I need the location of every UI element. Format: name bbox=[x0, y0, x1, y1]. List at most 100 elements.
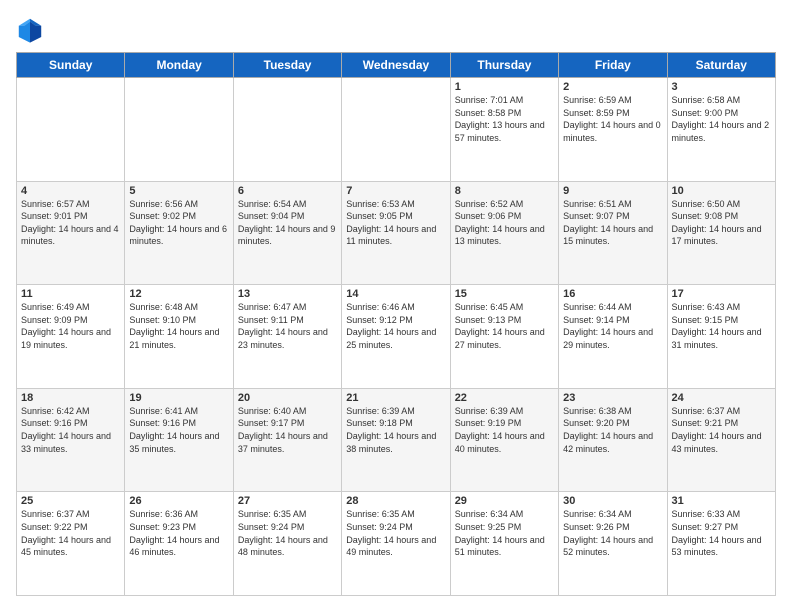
day-number: 5 bbox=[129, 185, 228, 197]
calendar-cell: 5Sunrise: 6:56 AMSunset: 9:02 PMDaylight… bbox=[125, 181, 233, 285]
day-info: Sunrise: 6:38 AMSunset: 9:20 PMDaylight:… bbox=[563, 405, 662, 455]
day-info: Sunrise: 6:48 AMSunset: 9:10 PMDaylight:… bbox=[129, 301, 228, 351]
calendar-cell: 7Sunrise: 6:53 AMSunset: 9:05 PMDaylight… bbox=[342, 181, 450, 285]
calendar-cell: 30Sunrise: 6:34 AMSunset: 9:26 PMDayligh… bbox=[559, 492, 667, 596]
day-header-sunday: Sunday bbox=[17, 53, 125, 78]
day-number: 20 bbox=[238, 392, 337, 404]
day-header-friday: Friday bbox=[559, 53, 667, 78]
day-number: 28 bbox=[346, 495, 445, 507]
day-number: 22 bbox=[455, 392, 554, 404]
calendar-cell: 12Sunrise: 6:48 AMSunset: 9:10 PMDayligh… bbox=[125, 285, 233, 389]
calendar-cell: 20Sunrise: 6:40 AMSunset: 9:17 PMDayligh… bbox=[233, 388, 341, 492]
day-info: Sunrise: 6:42 AMSunset: 9:16 PMDaylight:… bbox=[21, 405, 120, 455]
day-info: Sunrise: 6:44 AMSunset: 9:14 PMDaylight:… bbox=[563, 301, 662, 351]
day-number: 25 bbox=[21, 495, 120, 507]
day-info: Sunrise: 6:35 AMSunset: 9:24 PMDaylight:… bbox=[346, 508, 445, 558]
calendar-cell: 28Sunrise: 6:35 AMSunset: 9:24 PMDayligh… bbox=[342, 492, 450, 596]
calendar-cell: 13Sunrise: 6:47 AMSunset: 9:11 PMDayligh… bbox=[233, 285, 341, 389]
logo bbox=[16, 16, 48, 44]
day-info: Sunrise: 6:34 AMSunset: 9:26 PMDaylight:… bbox=[563, 508, 662, 558]
day-info: Sunrise: 6:46 AMSunset: 9:12 PMDaylight:… bbox=[346, 301, 445, 351]
calendar-cell: 6Sunrise: 6:54 AMSunset: 9:04 PMDaylight… bbox=[233, 181, 341, 285]
calendar-cell: 18Sunrise: 6:42 AMSunset: 9:16 PMDayligh… bbox=[17, 388, 125, 492]
day-info: Sunrise: 6:35 AMSunset: 9:24 PMDaylight:… bbox=[238, 508, 337, 558]
logo-icon bbox=[16, 16, 44, 44]
calendar-cell: 15Sunrise: 6:45 AMSunset: 9:13 PMDayligh… bbox=[450, 285, 558, 389]
day-number: 29 bbox=[455, 495, 554, 507]
day-info: Sunrise: 6:45 AMSunset: 9:13 PMDaylight:… bbox=[455, 301, 554, 351]
day-number: 6 bbox=[238, 185, 337, 197]
calendar-cell: 14Sunrise: 6:46 AMSunset: 9:12 PMDayligh… bbox=[342, 285, 450, 389]
day-info: Sunrise: 6:53 AMSunset: 9:05 PMDaylight:… bbox=[346, 198, 445, 248]
day-number: 31 bbox=[672, 495, 771, 507]
calendar-cell: 22Sunrise: 6:39 AMSunset: 9:19 PMDayligh… bbox=[450, 388, 558, 492]
day-number: 4 bbox=[21, 185, 120, 197]
header-row: SundayMondayTuesdayWednesdayThursdayFrid… bbox=[17, 53, 776, 78]
calendar-cell: 26Sunrise: 6:36 AMSunset: 9:23 PMDayligh… bbox=[125, 492, 233, 596]
day-header-wednesday: Wednesday bbox=[342, 53, 450, 78]
day-number: 9 bbox=[563, 185, 662, 197]
day-number: 15 bbox=[455, 288, 554, 300]
day-header-thursday: Thursday bbox=[450, 53, 558, 78]
day-info: Sunrise: 6:51 AMSunset: 9:07 PMDaylight:… bbox=[563, 198, 662, 248]
day-header-tuesday: Tuesday bbox=[233, 53, 341, 78]
calendar-cell bbox=[342, 78, 450, 182]
day-number: 8 bbox=[455, 185, 554, 197]
day-info: Sunrise: 6:49 AMSunset: 9:09 PMDaylight:… bbox=[21, 301, 120, 351]
calendar-cell: 29Sunrise: 6:34 AMSunset: 9:25 PMDayligh… bbox=[450, 492, 558, 596]
day-info: Sunrise: 6:40 AMSunset: 9:17 PMDaylight:… bbox=[238, 405, 337, 455]
day-info: Sunrise: 6:52 AMSunset: 9:06 PMDaylight:… bbox=[455, 198, 554, 248]
day-info: Sunrise: 6:56 AMSunset: 9:02 PMDaylight:… bbox=[129, 198, 228, 248]
day-info: Sunrise: 6:50 AMSunset: 9:08 PMDaylight:… bbox=[672, 198, 771, 248]
day-info: Sunrise: 6:39 AMSunset: 9:19 PMDaylight:… bbox=[455, 405, 554, 455]
day-info: Sunrise: 6:41 AMSunset: 9:16 PMDaylight:… bbox=[129, 405, 228, 455]
calendar-table: SundayMondayTuesdayWednesdayThursdayFrid… bbox=[16, 52, 776, 596]
day-number: 17 bbox=[672, 288, 771, 300]
calendar-cell: 16Sunrise: 6:44 AMSunset: 9:14 PMDayligh… bbox=[559, 285, 667, 389]
day-info: Sunrise: 6:37 AMSunset: 9:22 PMDaylight:… bbox=[21, 508, 120, 558]
day-number: 10 bbox=[672, 185, 771, 197]
day-number: 26 bbox=[129, 495, 228, 507]
day-number: 16 bbox=[563, 288, 662, 300]
calendar-cell: 21Sunrise: 6:39 AMSunset: 9:18 PMDayligh… bbox=[342, 388, 450, 492]
day-info: Sunrise: 6:58 AMSunset: 9:00 PMDaylight:… bbox=[672, 94, 771, 144]
calendar-cell: 10Sunrise: 6:50 AMSunset: 9:08 PMDayligh… bbox=[667, 181, 775, 285]
day-info: Sunrise: 7:01 AMSunset: 8:58 PMDaylight:… bbox=[455, 94, 554, 144]
day-number: 23 bbox=[563, 392, 662, 404]
calendar-cell: 11Sunrise: 6:49 AMSunset: 9:09 PMDayligh… bbox=[17, 285, 125, 389]
day-info: Sunrise: 6:33 AMSunset: 9:27 PMDaylight:… bbox=[672, 508, 771, 558]
day-number: 19 bbox=[129, 392, 228, 404]
week-row-3: 11Sunrise: 6:49 AMSunset: 9:09 PMDayligh… bbox=[17, 285, 776, 389]
day-number: 12 bbox=[129, 288, 228, 300]
calendar-cell: 27Sunrise: 6:35 AMSunset: 9:24 PMDayligh… bbox=[233, 492, 341, 596]
calendar-cell: 17Sunrise: 6:43 AMSunset: 9:15 PMDayligh… bbox=[667, 285, 775, 389]
day-number: 18 bbox=[21, 392, 120, 404]
day-number: 27 bbox=[238, 495, 337, 507]
calendar-cell: 4Sunrise: 6:57 AMSunset: 9:01 PMDaylight… bbox=[17, 181, 125, 285]
calendar-cell: 19Sunrise: 6:41 AMSunset: 9:16 PMDayligh… bbox=[125, 388, 233, 492]
day-info: Sunrise: 6:43 AMSunset: 9:15 PMDaylight:… bbox=[672, 301, 771, 351]
day-number: 2 bbox=[563, 81, 662, 93]
day-number: 30 bbox=[563, 495, 662, 507]
day-info: Sunrise: 6:34 AMSunset: 9:25 PMDaylight:… bbox=[455, 508, 554, 558]
week-row-2: 4Sunrise: 6:57 AMSunset: 9:01 PMDaylight… bbox=[17, 181, 776, 285]
week-row-1: 1Sunrise: 7:01 AMSunset: 8:58 PMDaylight… bbox=[17, 78, 776, 182]
calendar-cell bbox=[17, 78, 125, 182]
day-info: Sunrise: 6:37 AMSunset: 9:21 PMDaylight:… bbox=[672, 405, 771, 455]
day-number: 11 bbox=[21, 288, 120, 300]
calendar-cell: 9Sunrise: 6:51 AMSunset: 9:07 PMDaylight… bbox=[559, 181, 667, 285]
day-info: Sunrise: 6:54 AMSunset: 9:04 PMDaylight:… bbox=[238, 198, 337, 248]
calendar-cell bbox=[125, 78, 233, 182]
day-header-monday: Monday bbox=[125, 53, 233, 78]
calendar-cell: 3Sunrise: 6:58 AMSunset: 9:00 PMDaylight… bbox=[667, 78, 775, 182]
calendar-cell: 1Sunrise: 7:01 AMSunset: 8:58 PMDaylight… bbox=[450, 78, 558, 182]
day-number: 14 bbox=[346, 288, 445, 300]
day-info: Sunrise: 6:39 AMSunset: 9:18 PMDaylight:… bbox=[346, 405, 445, 455]
calendar-cell: 25Sunrise: 6:37 AMSunset: 9:22 PMDayligh… bbox=[17, 492, 125, 596]
calendar-cell: 2Sunrise: 6:59 AMSunset: 8:59 PMDaylight… bbox=[559, 78, 667, 182]
header bbox=[16, 16, 776, 44]
day-number: 24 bbox=[672, 392, 771, 404]
week-row-4: 18Sunrise: 6:42 AMSunset: 9:16 PMDayligh… bbox=[17, 388, 776, 492]
day-number: 21 bbox=[346, 392, 445, 404]
day-info: Sunrise: 6:47 AMSunset: 9:11 PMDaylight:… bbox=[238, 301, 337, 351]
